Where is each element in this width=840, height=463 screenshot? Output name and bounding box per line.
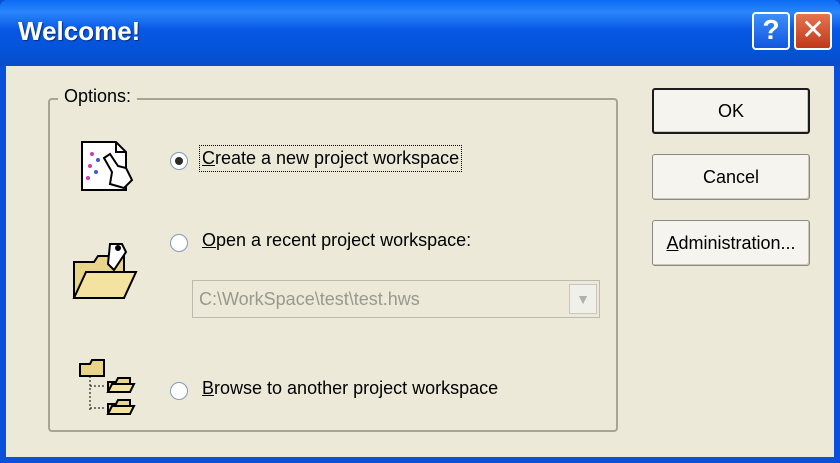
option-open-recent-text: pen a recent project workspace: [216, 230, 472, 250]
title-bar[interactable]: Welcome! ? ✕ [0, 0, 840, 66]
radio-open-recent[interactable] [170, 234, 188, 252]
close-button[interactable]: ✕ [794, 12, 832, 50]
options-group-label: Options: [58, 86, 138, 107]
radio-browse[interactable] [170, 382, 188, 400]
open-folder-icon [72, 243, 138, 299]
cancel-button[interactable]: Cancel [652, 154, 810, 200]
ok-button[interactable]: OK [652, 88, 810, 134]
option-browse-label[interactable]: Browse to another project workspace [202, 378, 498, 399]
option-open-recent-label[interactable]: Open a recent project workspace: [202, 230, 471, 251]
administration-button[interactable]: Administration... [652, 220, 810, 266]
chevron-down-icon[interactable]: ▼ [569, 284, 597, 314]
administration-accesskey: A [666, 233, 679, 253]
option-new-project-label[interactable]: Create a new project workspace [198, 145, 463, 172]
option-new-project-text: reate a new project workspace [215, 148, 460, 168]
recent-workspace-value: C:\WorkSpace\test\test.hws [199, 289, 420, 309]
option-new-project-accesskey: C [202, 148, 215, 168]
option-open-recent-accesskey: O [202, 230, 217, 250]
folder-tree-icon [79, 359, 136, 415]
radio-new-project[interactable] [170, 152, 188, 170]
help-button[interactable]: ? [752, 12, 790, 50]
window-title: Welcome! [18, 16, 141, 46]
option-browse-accesskey: B [202, 378, 215, 398]
recent-workspace-combobox[interactable]: C:\WorkSpace\test\test.hws ▼ [192, 280, 600, 318]
option-browse-text: rowse to another project workspace [214, 378, 499, 398]
new-project-icon [81, 141, 134, 191]
administration-text: dministration... [678, 233, 796, 253]
